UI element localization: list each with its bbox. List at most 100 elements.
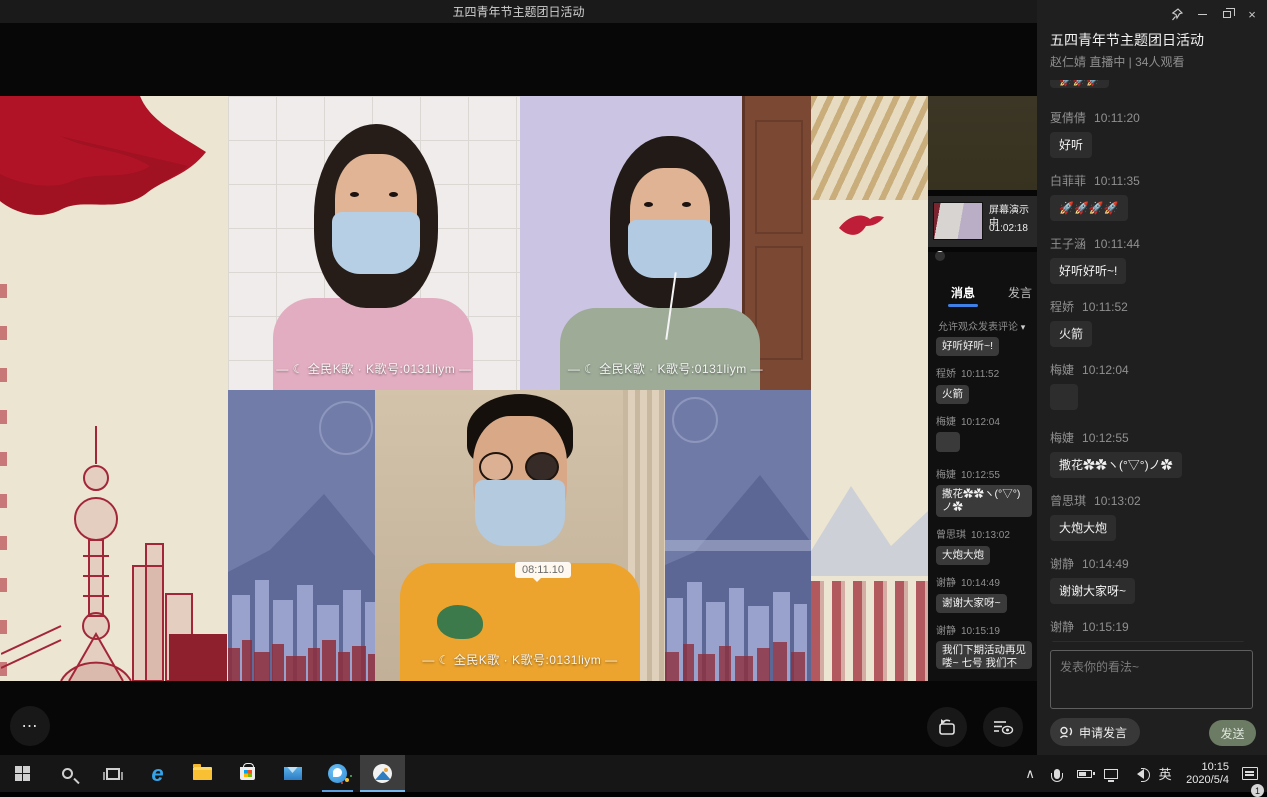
message-author: 曾思琪 bbox=[1050, 494, 1086, 508]
message-time: 10:13:02 bbox=[1094, 494, 1141, 508]
file-explorer-button[interactable] bbox=[180, 755, 225, 792]
restore-icon bbox=[1223, 11, 1231, 18]
restore-button[interactable] bbox=[1218, 6, 1236, 22]
notification-center-button[interactable]: 1 bbox=[1242, 755, 1258, 792]
microphone-tray-button[interactable] bbox=[1049, 755, 1065, 792]
allow-comments-dropdown[interactable]: 允许观众发表评论 ▾ bbox=[938, 318, 1025, 333]
battery-icon bbox=[1077, 770, 1092, 778]
list-item: 梅婕10:12:04 bbox=[936, 413, 1034, 457]
rotate-screen-icon bbox=[936, 717, 958, 737]
comment-input[interactable] bbox=[1050, 650, 1253, 709]
message-author: 王子涵 bbox=[1050, 237, 1086, 251]
message-time: 10:11:20 bbox=[1094, 111, 1140, 125]
stream-video: — ☾ 全民K歌 · K歌号:0131liym — — ☾ 全民K歌 · K歌号… bbox=[0, 96, 928, 681]
more-options-button[interactable]: ⋯ bbox=[10, 706, 50, 746]
poster-right-art bbox=[811, 96, 928, 681]
participant-video-3: — ☾ 全民K歌 · K歌号:0131liym — bbox=[375, 390, 665, 681]
hidden-icons-button[interactable]: ∧ bbox=[1022, 755, 1038, 792]
toggle-comments-button[interactable] bbox=[983, 707, 1023, 747]
taskbar-clock[interactable]: 10:15 2020/5/4 bbox=[1184, 761, 1231, 787]
list-item: 王子涵10:11:44好听好听~! bbox=[1050, 235, 1256, 284]
overlay-chat-panel: 消息 发言 允许观众发表评论 ▾ 好听好听~! 程娇 10:11:52 火箭 梅婕1… bbox=[928, 252, 1037, 681]
notification-icon bbox=[1242, 767, 1258, 780]
message-author: 梅婕 bbox=[1050, 431, 1074, 445]
participant-video-2: — ☾ 全民K歌 · K歌号:0131liym — bbox=[520, 96, 811, 390]
close-button[interactable]: × bbox=[1243, 6, 1261, 22]
allow-comments-label: 允许观众发表评论 bbox=[938, 322, 1018, 333]
message-time: 10:11:52 bbox=[961, 369, 999, 380]
network-icon bbox=[1104, 769, 1118, 779]
chat-message-list: 🚀🚀🚀 夏倩倩10:11:20好听 白菲菲10:11:35🚀🚀🚀🚀 王子涵10:… bbox=[1050, 80, 1256, 642]
system-tray: ∧ 英 10:15 2020/5/4 1 bbox=[1022, 755, 1267, 792]
screen-share-thumbnail[interactable] bbox=[933, 202, 983, 240]
microphone-icon bbox=[1054, 769, 1060, 779]
message-time: 10:11:52 bbox=[1082, 300, 1128, 314]
message-time: 10:13:02 bbox=[971, 530, 1010, 541]
request-speak-label: 申请发言 bbox=[1079, 724, 1127, 741]
list-item: 谢静10:14:49谢谢大家呀~ bbox=[936, 574, 1034, 613]
mountains-art bbox=[811, 456, 928, 576]
network-tray-button[interactable] bbox=[1103, 755, 1119, 792]
window-controls: × bbox=[1168, 6, 1261, 22]
edge-app-button[interactable]: e bbox=[135, 755, 180, 792]
clock-time: 10:15 bbox=[1186, 761, 1229, 774]
message-bubble bbox=[1050, 384, 1078, 410]
message-bubble: 火箭 bbox=[1050, 321, 1092, 347]
taskbar: e ∧ 英 10:15 2020/5/4 1 bbox=[0, 755, 1267, 792]
kge-watermark: — ☾ 全民K歌 · K歌号:0131liym — bbox=[520, 360, 811, 377]
stream-window: 五四青年节主题团日活动 bbox=[0, 0, 1037, 755]
participant-body bbox=[560, 308, 760, 390]
battery-tray-button[interactable] bbox=[1076, 755, 1092, 792]
volume-tray-button[interactable] bbox=[1130, 755, 1146, 792]
message-bubble: 🚀🚀🚀🚀 bbox=[1050, 195, 1128, 221]
message-author: 曾思琪 bbox=[936, 530, 966, 541]
mail-icon bbox=[284, 767, 302, 780]
minimize-button[interactable] bbox=[1193, 6, 1211, 22]
tab-speak[interactable]: 发言 bbox=[1008, 284, 1032, 301]
chevron-down-icon: ▾ bbox=[1021, 322, 1026, 332]
mail-app-button[interactable] bbox=[270, 755, 315, 792]
speaker-icon bbox=[1132, 769, 1144, 779]
message-bubble: 我们下期活动再见喽~ 七号 我们不见不散~ bbox=[936, 641, 1032, 669]
meeting-app-button[interactable] bbox=[315, 755, 360, 792]
participant-eyes bbox=[350, 192, 359, 197]
pin-icon bbox=[1171, 8, 1183, 21]
participant-eyes bbox=[644, 202, 653, 207]
message-bubble: 大炮大炮 bbox=[1050, 515, 1116, 541]
rotate-screen-button[interactable] bbox=[927, 707, 967, 747]
blue-city-left-art bbox=[228, 390, 375, 681]
message-time: 10:12:55 bbox=[961, 470, 1000, 481]
search-button[interactable] bbox=[45, 755, 90, 792]
list-item: 白菲菲10:11:35🚀🚀🚀🚀 bbox=[1050, 172, 1256, 221]
message-time: 10:15:19 bbox=[961, 626, 1000, 637]
task-view-button[interactable] bbox=[90, 755, 135, 792]
message-bubble: 火箭 bbox=[936, 385, 969, 404]
message-author: 程娇 bbox=[936, 369, 956, 380]
list-item: 谢静10:15:19我们下期活动再见喽~ 七号 我们不见不散~ bbox=[1050, 618, 1256, 642]
message-bubble: 我们下期活动再见喽~ 七号 我们不见不散~ bbox=[1050, 641, 1246, 642]
screen-share-status-row[interactable]: 屏幕演示中 01:02:18 bbox=[928, 196, 1037, 247]
list-item: 🚀🚀🚀 bbox=[1050, 80, 1256, 93]
start-button[interactable] bbox=[0, 755, 45, 792]
search-icon bbox=[62, 768, 73, 779]
pearl-tower-art bbox=[1, 426, 227, 681]
message-bubble: 撒花✿✿ヽ(°▽°)ノ✿ bbox=[1050, 452, 1182, 478]
ime-indicator[interactable]: 英 bbox=[1157, 755, 1173, 792]
notification-badge: 1 bbox=[1251, 784, 1264, 797]
face-mask bbox=[475, 480, 565, 546]
send-button[interactable]: 发送 bbox=[1209, 720, 1256, 746]
list-item: 曾思琪10:13:02大炮大炮 bbox=[936, 526, 1034, 565]
request-speak-button[interactable]: 申请发言 bbox=[1050, 718, 1140, 746]
list-item: 夏倩倩10:11:20好听 bbox=[1050, 109, 1256, 158]
tab-messages[interactable]: 消息 bbox=[951, 284, 975, 301]
message-bubble: 好听好听~! bbox=[936, 337, 999, 356]
message-time: 10:12:55 bbox=[1082, 431, 1129, 445]
active-tab-underline bbox=[948, 304, 978, 307]
message-time: 10:14:49 bbox=[961, 578, 1000, 589]
message-time: 10:14:49 bbox=[1082, 557, 1129, 571]
message-bubble: 谢谢大家呀~ bbox=[936, 594, 1007, 613]
message-bubble bbox=[936, 432, 960, 452]
photos-app-button[interactable] bbox=[360, 755, 405, 792]
pin-button[interactable] bbox=[1168, 6, 1186, 22]
store-app-button[interactable] bbox=[225, 755, 270, 792]
